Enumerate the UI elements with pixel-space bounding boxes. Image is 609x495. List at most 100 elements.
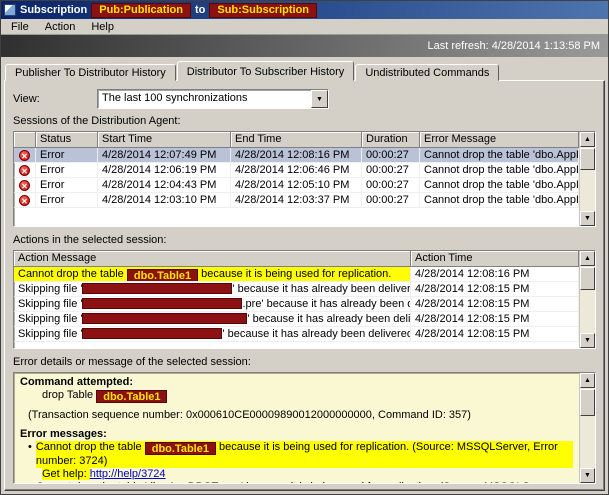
table-name-redaction: dbo.Table1 bbox=[96, 390, 168, 403]
session-error-message: Cannot drop the table 'dbo.AppD... bbox=[420, 163, 579, 177]
tab-undistributed-commands[interactable]: Undistributed Commands bbox=[355, 64, 500, 81]
view-dropdown[interactable]: The last 100 synchronizations ▼ bbox=[97, 89, 329, 109]
column-end-time[interactable]: End Time bbox=[231, 132, 362, 148]
sessions-section-label: Sessions of the Distribution Agent: bbox=[13, 115, 181, 127]
session-status: Error bbox=[36, 193, 98, 207]
action-time: 4/28/2014 12:08:15 PM bbox=[411, 312, 579, 326]
file-name-redaction bbox=[82, 313, 248, 324]
column-duration[interactable]: Duration bbox=[362, 132, 420, 148]
column-error-message[interactable]: Error Message bbox=[420, 132, 579, 148]
sessions-table-body: Status Start Time End Time Duration Erro… bbox=[14, 132, 579, 226]
scrollbar-thumb[interactable] bbox=[580, 148, 595, 170]
column-status-icon[interactable] bbox=[14, 132, 36, 148]
session-start-time: 4/28/2014 12:04:43 PM bbox=[98, 178, 231, 192]
tab-publisher-to-distributor-history[interactable]: Publisher To Distributor History bbox=[5, 64, 176, 81]
actions-table-header: Action Message Action Time bbox=[14, 251, 579, 267]
file-name-redaction bbox=[82, 298, 243, 309]
session-end-time: 4/28/2014 12:06:46 PM bbox=[231, 163, 362, 177]
window-icon bbox=[4, 4, 16, 16]
error-details-panel: Command attempted: drop Table dbo.Table1… bbox=[13, 372, 596, 484]
menu-help[interactable]: Help bbox=[83, 20, 122, 34]
error-icon: ✕ bbox=[19, 194, 30, 206]
action-row[interactable]: Skipping file ' .pre' because it has alre… bbox=[14, 297, 579, 312]
window-title: Subscription bbox=[20, 4, 88, 16]
sessions-table: Status Start Time End Time Duration Erro… bbox=[13, 131, 596, 227]
action-message: Skipping file ' .pre' because it has alre… bbox=[14, 297, 411, 311]
scroll-up-icon[interactable]: ▲ bbox=[580, 373, 595, 388]
error-message-1-text: Cannot drop the table dbo.Table1 because… bbox=[35, 441, 573, 468]
command-attempted-line: drop Table dbo.Table1 bbox=[20, 389, 573, 403]
tab-distributor-to-subscriber-history[interactable]: Distributor To Subscriber History bbox=[176, 61, 355, 81]
scrollbar-thumb[interactable] bbox=[580, 267, 595, 290]
dropdown-arrow-icon[interactable]: ▼ bbox=[311, 90, 328, 108]
file-name-redaction bbox=[82, 283, 233, 294]
session-row[interactable]: ✕ Error 4/28/2014 12:06:19 PM 4/28/2014 … bbox=[14, 163, 579, 178]
action-row[interactable]: Skipping file ' ' because it has already … bbox=[14, 327, 579, 342]
title-bar[interactable]: Subscription Pub:Publication to Sub:Subs… bbox=[1, 1, 608, 19]
menu-action[interactable]: Action bbox=[37, 20, 84, 34]
session-error-message: Cannot drop the table 'dbo.AppD... bbox=[420, 193, 579, 207]
view-label: View: bbox=[13, 93, 40, 105]
session-status: Error bbox=[36, 148, 98, 162]
action-row[interactable]: Skipping file ' ' because it has already … bbox=[14, 282, 579, 297]
scroll-down-icon[interactable]: ▼ bbox=[580, 468, 595, 483]
tab-panel: View: The last 100 synchronizations ▼ Se… bbox=[4, 80, 605, 491]
tab-strip: Publisher To Distributor History Distrib… bbox=[1, 57, 608, 81]
column-status[interactable]: Status bbox=[36, 132, 98, 148]
action-message: Skipping file ' ' because it has already … bbox=[14, 327, 411, 341]
action-time: 4/28/2014 12:08:15 PM bbox=[411, 297, 579, 311]
error-message-2-text: Cannot drop the table 'dbo.AppDBGTypes' … bbox=[36, 481, 573, 483]
window-title-connector: to bbox=[194, 4, 206, 16]
session-row[interactable]: ✕ Error 4/28/2014 12:07:49 PM 4/28/2014 … bbox=[14, 148, 579, 163]
scrollbar-thumb[interactable] bbox=[580, 389, 595, 417]
column-start-time[interactable]: Start Time bbox=[98, 132, 231, 148]
error-icon: ✕ bbox=[19, 179, 30, 191]
scroll-up-icon[interactable]: ▲ bbox=[580, 132, 595, 147]
scrollbar-track[interactable] bbox=[580, 147, 595, 211]
error-details-text: Command attempted: drop Table dbo.Table1… bbox=[14, 373, 579, 483]
get-help-line: Get help: http://help/3724 bbox=[20, 468, 573, 481]
transaction-line: (Transaction sequence number: 0x000610CE… bbox=[28, 409, 471, 421]
scrollbar-track[interactable] bbox=[580, 266, 595, 333]
error-messages-header: Error messages: bbox=[20, 428, 107, 440]
session-duration: 00:00:27 bbox=[362, 178, 420, 192]
publication-redaction: Pub:Publication bbox=[91, 2, 191, 18]
menu-file[interactable]: File bbox=[3, 20, 37, 34]
session-start-time: 4/28/2014 12:03:10 PM bbox=[98, 193, 231, 207]
actions-vertical-scrollbar[interactable]: ▲ ▼ bbox=[579, 251, 595, 348]
status-cell: ✕ bbox=[14, 178, 36, 192]
column-action-time[interactable]: Action Time bbox=[411, 251, 579, 267]
action-time: 4/28/2014 12:08:15 PM bbox=[411, 282, 579, 296]
scrollbar-track[interactable] bbox=[580, 388, 595, 468]
error-message-2: • Cannot drop the table 'dbo.AppDBGTypes… bbox=[20, 481, 573, 483]
error-message-1: • Cannot drop the table dbo.Table1 becau… bbox=[20, 441, 573, 468]
session-row[interactable]: ✕ Error 4/28/2014 12:03:10 PM 4/28/2014 … bbox=[14, 193, 579, 208]
actions-section-label: Actions in the selected session: bbox=[13, 234, 167, 246]
command-text: drop Table bbox=[42, 389, 94, 401]
actions-table-body: Action Message Action Time Cannot drop t… bbox=[14, 251, 579, 348]
file-name-redaction bbox=[82, 328, 223, 339]
action-row[interactable]: Skipping file ' ' because it has already … bbox=[14, 312, 579, 327]
column-action-message[interactable]: Action Message bbox=[14, 251, 411, 267]
status-cell: ✕ bbox=[14, 148, 36, 162]
last-refresh-text: Last refresh: 4/28/2014 1:13:58 PM bbox=[427, 40, 600, 52]
session-end-time: 4/28/2014 12:08:16 PM bbox=[231, 148, 362, 162]
session-end-time: 4/28/2014 12:05:10 PM bbox=[231, 178, 362, 192]
table-name-redaction: dbo.Table1 bbox=[144, 442, 216, 455]
action-row[interactable]: Cannot drop the table dbo.Table1 because… bbox=[14, 267, 579, 282]
replication-subscription-window: Subscription Pub:Publication to Sub:Subs… bbox=[0, 0, 609, 495]
session-row[interactable]: ✕ Error 4/28/2014 12:04:43 PM 4/28/2014 … bbox=[14, 178, 579, 193]
scroll-up-icon[interactable]: ▲ bbox=[580, 251, 595, 266]
session-status: Error bbox=[36, 178, 98, 192]
scroll-down-icon[interactable]: ▼ bbox=[580, 333, 595, 348]
details-vertical-scrollbar[interactable]: ▲ ▼ bbox=[579, 373, 595, 483]
table-name-redaction: dbo.Table1 bbox=[126, 269, 199, 281]
session-duration: 00:00:27 bbox=[362, 163, 420, 177]
session-end-time: 4/28/2014 12:03:37 PM bbox=[231, 193, 362, 207]
session-start-time: 4/28/2014 12:06:19 PM bbox=[98, 163, 231, 177]
scroll-down-icon[interactable]: ▼ bbox=[580, 211, 595, 226]
get-help-link[interactable]: http://help/3724 bbox=[90, 468, 166, 480]
sessions-vertical-scrollbar[interactable]: ▲ ▼ bbox=[579, 132, 595, 226]
status-cell: ✕ bbox=[14, 193, 36, 207]
menu-bar: File Action Help bbox=[1, 19, 608, 35]
